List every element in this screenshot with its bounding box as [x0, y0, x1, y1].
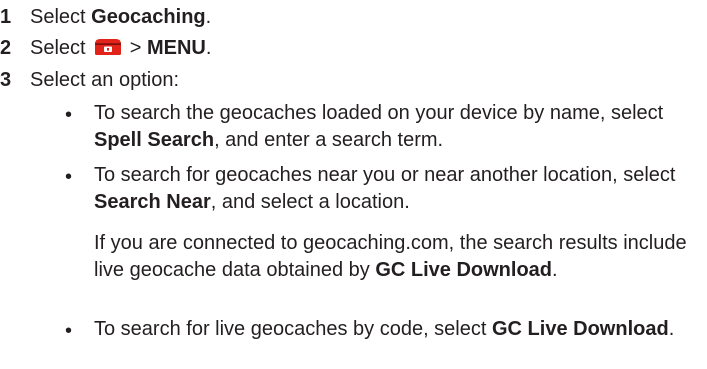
step-text-prefix: Select	[30, 6, 92, 28]
step-text: Select an option:	[30, 69, 179, 91]
option-text-prefix: To search the geocaches loaded on your d…	[94, 102, 664, 124]
menu-option-gc-live-download: GC Live Download	[492, 318, 669, 340]
menu-option-gc-live-download: GC Live Download	[375, 259, 553, 281]
step-number: 1	[0, 6, 12, 28]
bullet: •	[65, 166, 73, 188]
option-text-prefix: To search for live geocaches by code, se…	[94, 318, 492, 340]
menu-option-menu: MENU	[146, 37, 206, 59]
step-text: Select > MENU.	[30, 37, 211, 60]
option-text-suffix: , and select a location.	[210, 191, 410, 213]
step-text: Select Geocaching.	[30, 6, 211, 29]
bullet: •	[65, 320, 73, 342]
option-note: If you are connected to geocaching.com, …	[94, 230, 704, 284]
step-text-prefix: Select	[30, 37, 92, 59]
menu-option-search-near: Search Near	[94, 191, 211, 213]
option-item-gc-live-download: To search for live geocaches by code, se…	[94, 316, 704, 343]
bullet: •	[65, 104, 73, 126]
option-text-prefix: To search for geocaches near you or near…	[94, 164, 676, 186]
note-text-suffix: .	[552, 259, 558, 281]
step-number: 3	[0, 69, 12, 91]
option-item-spell-search: To search the geocaches loaded on your d…	[94, 100, 704, 154]
step-text-separator: >	[124, 37, 147, 59]
menu-option-geocaching: Geocaching	[91, 6, 206, 28]
menu-option-spell-search: Spell Search	[94, 129, 215, 151]
step-number: 2	[0, 37, 12, 59]
option-text-suffix: , and enter a search term.	[214, 129, 444, 151]
step-text-suffix: .	[205, 37, 212, 59]
option-item-search-near: To search for geocaches near you or near…	[94, 162, 704, 216]
geocache-chest-icon	[95, 39, 122, 55]
step-text-suffix: .	[205, 6, 212, 28]
option-text-suffix: .	[668, 318, 675, 340]
